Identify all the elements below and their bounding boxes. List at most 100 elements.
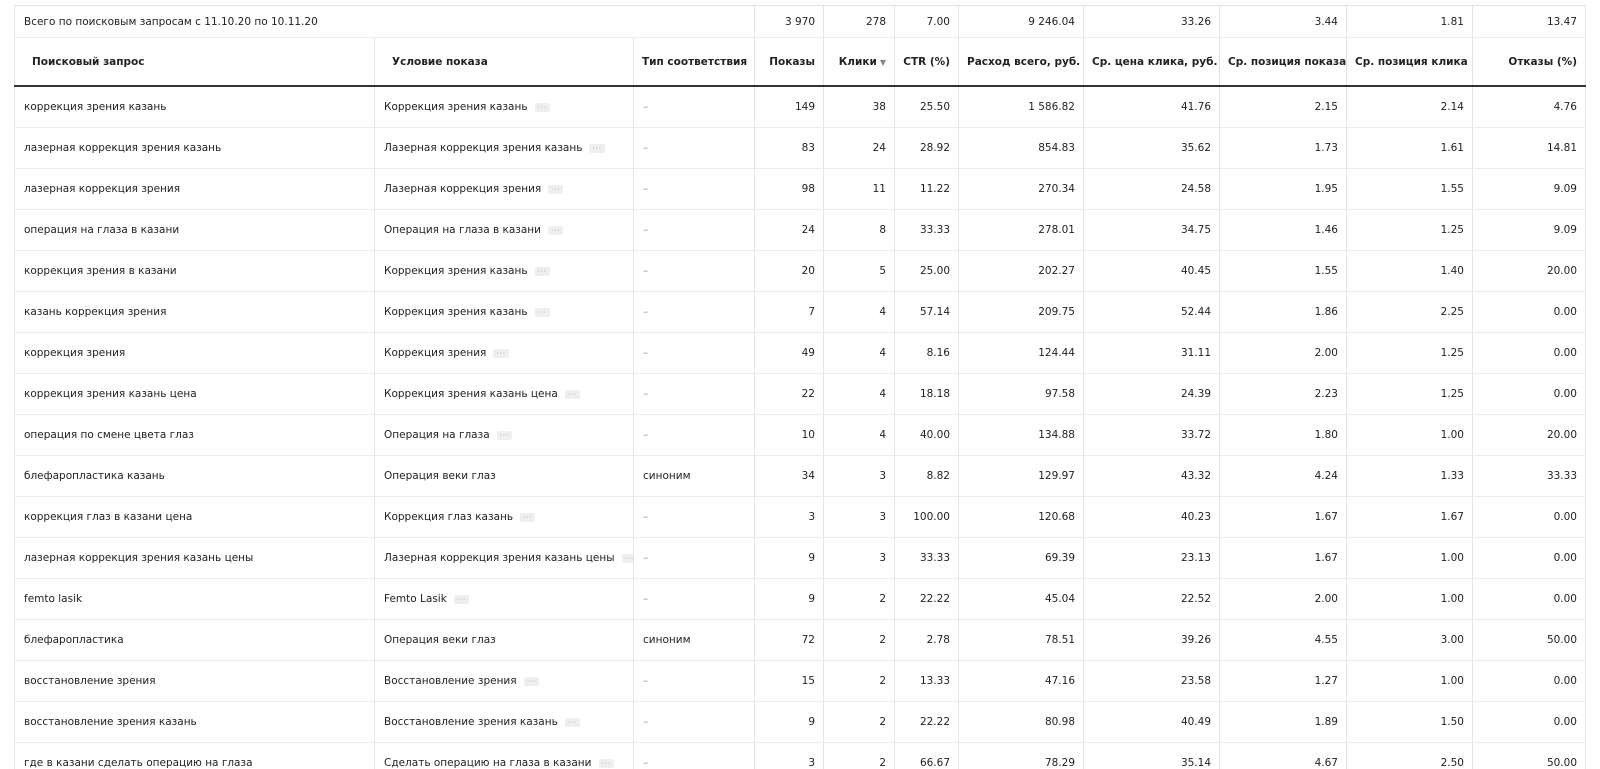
more-options-button[interactable]: ··· xyxy=(589,143,605,153)
condition-cell: Операция на глаза ··· xyxy=(374,414,634,456)
bounce-rate-cell: 0.00 xyxy=(1472,660,1586,702)
condition-cell: Восстановление зрения казань ··· xyxy=(374,701,634,743)
avg-cpc-cell: 33.72 xyxy=(1083,414,1220,456)
bounce-rate-cell: 20.00 xyxy=(1472,414,1586,456)
avg-cpc-cell: 22.52 xyxy=(1083,578,1220,620)
summary-avg-cpc: 33.26 xyxy=(1083,5,1220,38)
cost-cell: 45.04 xyxy=(958,578,1084,620)
avg-cpc-cell: 24.39 xyxy=(1083,373,1220,415)
avg-cpc-cell: 52.44 xyxy=(1083,291,1220,333)
avg-cpc-cell: 40.49 xyxy=(1083,701,1220,743)
condition-label: Операция на глаза в казани xyxy=(384,224,541,236)
match-type-cell: – xyxy=(633,537,755,579)
impressions-cell: 22 xyxy=(754,373,824,415)
cost-cell: 124.44 xyxy=(958,332,1084,374)
condition-cell: Операция веки глаз xyxy=(374,619,634,661)
summary-cost: 9 246.04 xyxy=(958,5,1084,38)
bounce-rate-cell: 0.00 xyxy=(1472,537,1586,579)
ctr-cell: 22.22 xyxy=(894,701,959,743)
more-options-button[interactable]: ··· xyxy=(598,758,614,768)
match-type-cell: синоним xyxy=(633,455,755,497)
impressions-cell: 49 xyxy=(754,332,824,374)
more-options-button[interactable]: ··· xyxy=(547,225,564,235)
table-row: femto lasik Femto Lasik ··· –9 2 22.22 45.04 22… xyxy=(14,578,1586,620)
more-options-button[interactable]: ··· xyxy=(534,266,550,276)
table-row: восстановление зрения казань Восстановлен… xyxy=(14,701,1586,743)
table-row: блефаропластика Операция веки глаз синоним… xyxy=(14,619,1586,661)
bounce-rate-cell: 50.00 xyxy=(1472,619,1586,661)
match-type-cell: – xyxy=(633,291,755,333)
cost-cell: 129.97 xyxy=(958,455,1084,497)
more-options-button[interactable]: ··· xyxy=(564,389,580,399)
avg-click-position-cell: 2.50 xyxy=(1346,742,1473,769)
condition-label: Операция на глаза xyxy=(384,429,490,441)
column-header-ctr[interactable]: CTR (%) xyxy=(894,37,959,87)
query-cell: лазерная коррекция зрения xyxy=(14,168,375,210)
avg-impression-position-cell: 4.55 xyxy=(1219,619,1347,661)
impressions-cell: 24 xyxy=(754,209,824,251)
column-header-avg-impression-position[interactable]: Ср. позиция показа xyxy=(1219,37,1347,87)
avg-impression-position-cell: 2.00 xyxy=(1219,332,1347,374)
more-options-button[interactable]: ··· xyxy=(548,184,564,194)
condition-cell: Коррекция зрения ··· xyxy=(374,332,634,374)
more-options-button[interactable]: ··· xyxy=(453,594,469,604)
ctr-cell: 28.92 xyxy=(894,127,959,169)
cost-cell: 69.39 xyxy=(958,537,1084,579)
condition-cell: Лазерная коррекция зрения казань ··· xyxy=(374,127,634,169)
more-options-button[interactable]: ··· xyxy=(564,717,580,727)
clicks-cell: 4 xyxy=(823,414,895,456)
avg-click-position-cell: 2.25 xyxy=(1346,291,1473,333)
condition-label: Коррекция глаз казань xyxy=(384,511,514,523)
avg-click-position-cell: 1.00 xyxy=(1346,660,1473,702)
avg-click-position-cell: 1.00 xyxy=(1346,578,1473,620)
more-options-button[interactable]: ··· xyxy=(520,512,536,522)
query-cell: лазерная коррекция зрения казань цены xyxy=(14,537,375,579)
avg-click-position-cell: 1.25 xyxy=(1346,209,1473,251)
column-header-condition[interactable]: Условие показа xyxy=(374,37,634,87)
table-row: где в казани сделать операцию на глаза Сд… xyxy=(14,742,1586,769)
bounce-rate-cell: 0.00 xyxy=(1472,332,1586,374)
column-header-avg-cpc[interactable]: Ср. цена клика, руб. xyxy=(1083,37,1220,87)
match-type-cell: синоним xyxy=(633,619,755,661)
column-header-bounce-rate[interactable]: Отказы (%) xyxy=(1472,37,1586,87)
ctr-cell: 2.78 xyxy=(894,619,959,661)
column-header-cost[interactable]: Расход всего, руб. xyxy=(958,37,1084,87)
more-options-button[interactable]: ··· xyxy=(496,430,512,440)
more-options-button[interactable]: ··· xyxy=(523,676,539,686)
clicks-cell: 4 xyxy=(823,291,895,333)
column-header-query[interactable]: Поисковый запрос xyxy=(14,37,375,87)
more-options-button[interactable]: ··· xyxy=(534,102,550,112)
match-type-cell: – xyxy=(633,578,755,620)
avg-click-position-cell: 1.00 xyxy=(1346,414,1473,456)
column-header-clicks[interactable]: Клики ▼ xyxy=(823,37,895,87)
match-type-cell: – xyxy=(633,209,755,251)
condition-cell: Операция на глаза в казани ··· xyxy=(374,209,634,251)
condition-label: Коррекция зрения казань xyxy=(384,265,528,277)
avg-impression-position-cell: 1.95 xyxy=(1219,168,1347,210)
column-header-match-type[interactable]: Тип соответствия xyxy=(633,37,755,87)
cost-cell: 202.27 xyxy=(958,250,1084,292)
column-header-avg-click-position[interactable]: Ср. позиция клика xyxy=(1346,37,1473,87)
condition-cell: Коррекция зрения казань ··· xyxy=(374,86,634,128)
more-options-button[interactable]: ··· xyxy=(493,348,509,358)
bounce-rate-cell: 9.09 xyxy=(1472,209,1586,251)
condition-cell: Лазерная коррекция зрения казань цены ··· xyxy=(374,537,634,579)
table-row: коррекция зрения Коррекция зрения ··· –49 4 8… xyxy=(14,332,1586,374)
more-options-button[interactable]: ··· xyxy=(534,307,550,317)
bounce-rate-cell: 14.81 xyxy=(1472,127,1586,169)
cost-cell: 120.68 xyxy=(958,496,1084,538)
column-header-impressions[interactable]: Показы xyxy=(754,37,824,87)
cost-cell: 78.51 xyxy=(958,619,1084,661)
match-type-cell: – xyxy=(633,660,755,702)
cost-cell: 209.75 xyxy=(958,291,1084,333)
search-queries-table: Всего по поисковым запросам с 11.10.20 п… xyxy=(14,5,1586,769)
more-options-button[interactable]: ··· xyxy=(621,553,633,563)
impressions-cell: 20 xyxy=(754,250,824,292)
condition-cell: Сделать операцию на глаза в казани ··· xyxy=(374,742,634,769)
ctr-cell: 66.67 xyxy=(894,742,959,769)
condition-label: Лазерная коррекция зрения казань xyxy=(384,142,583,154)
impressions-cell: 9 xyxy=(754,701,824,743)
avg-impression-position-cell: 2.23 xyxy=(1219,373,1347,415)
ctr-cell: 33.33 xyxy=(894,209,959,251)
summary-row: Всего по поисковым запросам с 11.10.20 п… xyxy=(14,5,1586,38)
